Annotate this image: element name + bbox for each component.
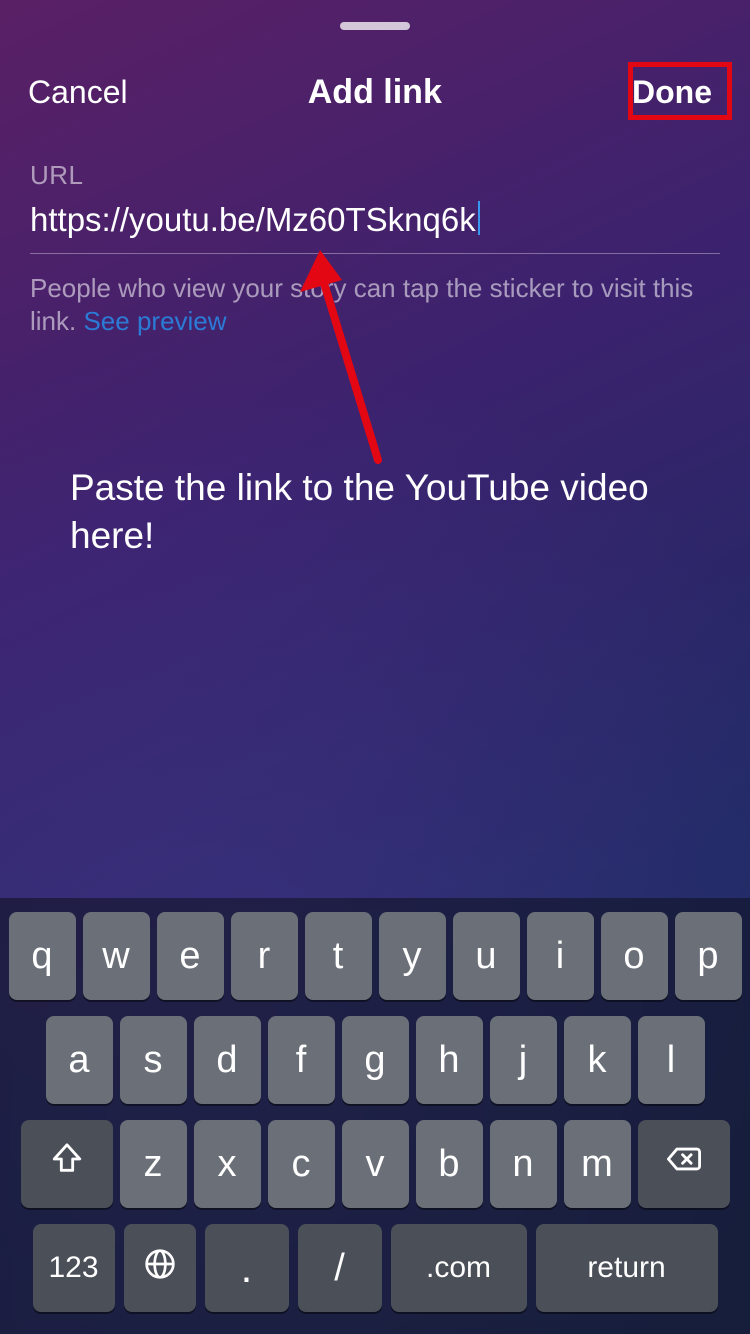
key-y[interactable]: y: [379, 912, 446, 1000]
key-shift[interactable]: [21, 1120, 113, 1208]
url-field-label: URL: [30, 160, 720, 191]
key-return[interactable]: return: [536, 1224, 718, 1312]
key-backspace[interactable]: [638, 1120, 730, 1208]
keyboard-row-3: z x c v b n m: [6, 1120, 744, 1208]
key-w[interactable]: w: [83, 912, 150, 1000]
keyboard-row-4: 123 . / .com return: [6, 1224, 744, 1312]
key-v[interactable]: v: [342, 1120, 409, 1208]
key-r[interactable]: r: [231, 912, 298, 1000]
ios-keyboard: q w e r t y u i o p a s d f g h j k l z …: [0, 898, 750, 1334]
helper-text: People who view your story can tap the s…: [30, 272, 720, 337]
key-s[interactable]: s: [120, 1016, 187, 1104]
url-input-value: https://youtu.be/Mz60TSknq6k: [30, 201, 476, 238]
key-g[interactable]: g: [342, 1016, 409, 1104]
key-l[interactable]: l: [638, 1016, 705, 1104]
see-preview-link[interactable]: See preview: [83, 306, 226, 336]
annotation-text: Paste the link to the YouTube video here…: [70, 464, 690, 560]
key-u[interactable]: u: [453, 912, 520, 1000]
key-numbers[interactable]: 123: [33, 1224, 115, 1312]
keyboard-row-1: q w e r t y u i o p: [6, 912, 744, 1000]
cancel-button[interactable]: Cancel: [28, 74, 128, 111]
key-m[interactable]: m: [564, 1120, 631, 1208]
key-n[interactable]: n: [490, 1120, 557, 1208]
modal-header: Cancel Add link Done: [0, 68, 750, 117]
url-form: URL https://youtu.be/Mz60TSknq6k People …: [30, 160, 720, 337]
key-f[interactable]: f: [268, 1016, 335, 1104]
key-a[interactable]: a: [46, 1016, 113, 1104]
key-globe[interactable]: [124, 1224, 196, 1312]
key-z[interactable]: z: [120, 1120, 187, 1208]
key-q[interactable]: q: [9, 912, 76, 1000]
key-k[interactable]: k: [564, 1016, 631, 1104]
key-i[interactable]: i: [527, 912, 594, 1000]
key-b[interactable]: b: [416, 1120, 483, 1208]
key-h[interactable]: h: [416, 1016, 483, 1104]
shift-icon: [50, 1142, 84, 1186]
key-e[interactable]: e: [157, 912, 224, 1000]
globe-icon: [144, 1248, 176, 1289]
key-t[interactable]: t: [305, 912, 372, 1000]
modal-title: Add link: [308, 73, 442, 112]
done-button[interactable]: Done: [622, 68, 722, 117]
url-input[interactable]: https://youtu.be/Mz60TSknq6k: [30, 197, 720, 254]
key-o[interactable]: o: [601, 912, 668, 1000]
key-j[interactable]: j: [490, 1016, 557, 1104]
key-slash[interactable]: /: [298, 1224, 382, 1312]
key-x[interactable]: x: [194, 1120, 261, 1208]
backspace-icon: [667, 1142, 701, 1186]
key-p[interactable]: p: [675, 912, 742, 1000]
text-cursor: [478, 201, 480, 235]
key-d[interactable]: d: [194, 1016, 261, 1104]
key-dot[interactable]: .: [205, 1224, 289, 1312]
sheet-drag-handle[interactable]: [340, 22, 410, 30]
keyboard-row-2: a s d f g h j k l: [6, 1016, 744, 1104]
key-dotcom[interactable]: .com: [391, 1224, 527, 1312]
key-c[interactable]: c: [268, 1120, 335, 1208]
